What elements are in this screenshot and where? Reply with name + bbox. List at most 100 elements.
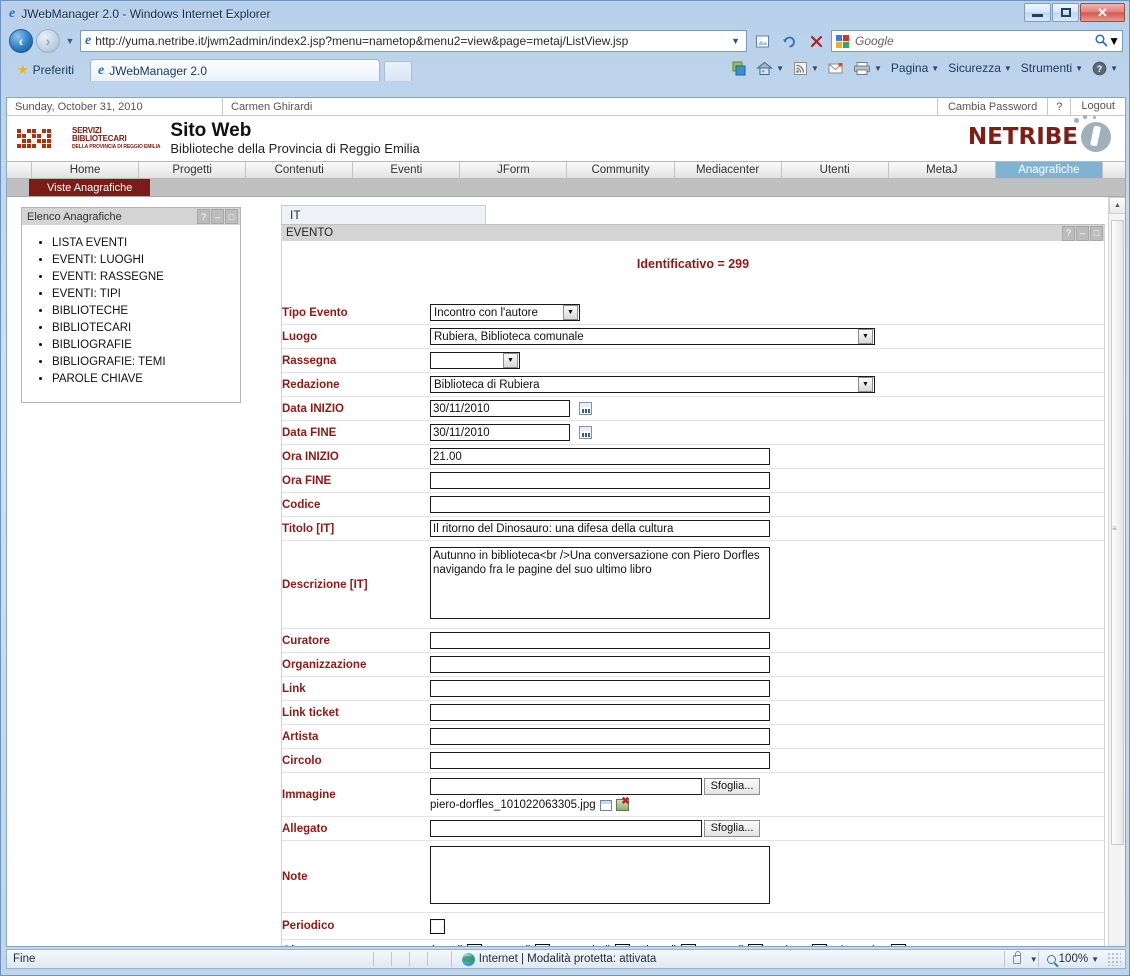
read-mail-button[interactable] <box>825 62 847 75</box>
search-box[interactable]: Google ▼ <box>831 30 1123 52</box>
sidebar-item-biblioteche[interactable]: BIBLIOTECHE <box>52 305 128 317</box>
subnav-item-viste-anagrafiche[interactable]: Viste Anagrafiche <box>29 179 151 196</box>
privacy-chevron-down-icon[interactable]: ▼ <box>1030 955 1038 964</box>
browse-immagine-button[interactable]: Sfoglia... <box>704 778 760 795</box>
chevron-down-icon[interactable]: ▼ <box>563 305 578 320</box>
input-link-ticket[interactable] <box>430 704 770 721</box>
stop-icon[interactable] <box>804 30 828 52</box>
back-arrow-icon[interactable]: ‹ <box>9 29 33 53</box>
list-item[interactable]: EVENTI: TIPI <box>52 286 240 303</box>
maximize-button[interactable] <box>1052 3 1079 22</box>
input-data-fine[interactable] <box>430 424 570 441</box>
tab-it[interactable]: IT <box>281 205 486 224</box>
select-redazione[interactable]: Biblioteca di Rubiera ▼ <box>430 376 875 393</box>
feeds-button[interactable]: ▼ <box>790 61 822 76</box>
nav-item-eventi[interactable]: Eventi <box>353 162 461 178</box>
security-zone[interactable]: Internet | Modalità protetta: attivata <box>450 951 667 967</box>
section-help-icon[interactable]: ? <box>1062 225 1075 241</box>
zoom-control[interactable]: 100% ▼ <box>1037 951 1105 967</box>
recent-pages-chevron-down-icon[interactable]: ▼ <box>63 36 77 46</box>
menu-pagina[interactable]: Pagina ▼ <box>888 61 942 75</box>
nav-item-contenuti[interactable]: Contenuti <box>246 162 354 178</box>
input-immagine-path[interactable] <box>430 778 702 796</box>
browser-tab-jwebmanager[interactable]: e JWebManager 2.0 <box>90 59 380 81</box>
chevron-down-icon[interactable]: ▼ <box>503 353 518 368</box>
input-ora-fine[interactable] <box>430 472 770 489</box>
favorites-button[interactable]: ★ Preferiti <box>11 59 84 81</box>
sidebar-item-eventi-rassegne[interactable]: EVENTI: RASSEGNE <box>52 271 164 283</box>
list-item[interactable]: BIBLIOTECHE <box>52 303 240 320</box>
sicurezza-chevron-down-icon[interactable]: ▼ <box>1004 64 1012 73</box>
resize-grip-icon[interactable] <box>1107 952 1121 966</box>
input-curatore[interactable] <box>430 632 770 649</box>
chevron-down-icon[interactable]: ▼ <box>858 329 873 344</box>
calendar-icon[interactable] <box>579 401 593 415</box>
menu-strumenti[interactable]: Strumenti ▼ <box>1018 61 1086 75</box>
browse-allegato-button[interactable]: Sfoglia... <box>704 820 760 838</box>
address-bar[interactable]: e http://yuma.netribe.it/jwm2admin/index… <box>80 30 747 52</box>
checkbox-lunedi[interactable] <box>467 943 483 946</box>
scrollbar-track[interactable]: ≡ <box>1109 214 1125 944</box>
checkbox-martedi[interactable] <box>535 943 551 946</box>
home-button[interactable]: ▼ <box>753 61 787 76</box>
search-magnifier-icon[interactable] <box>1094 33 1108 50</box>
input-data-inizio[interactable] <box>430 400 570 417</box>
change-password-link[interactable]: Cambia Password <box>938 98 1049 115</box>
input-allegato-path[interactable] <box>430 820 702 838</box>
checkbox-sabato[interactable] <box>811 943 827 946</box>
help-button[interactable]: ? ▼ <box>1089 61 1121 76</box>
home-chevron-down-icon[interactable]: ▼ <box>776 64 784 73</box>
nav-item-anagrafiche[interactable]: Anagrafiche <box>995 162 1103 178</box>
select-rassegna[interactable]: ▼ <box>430 352 520 369</box>
new-tab-button[interactable] <box>384 61 412 81</box>
list-item[interactable]: EVENTI: RASSEGNE <box>52 269 240 286</box>
delete-image-icon[interactable] <box>615 796 630 812</box>
search-chevron-down-icon[interactable]: ▼ <box>1108 34 1120 48</box>
checkbox-venerdi[interactable] <box>748 943 764 946</box>
input-codice[interactable] <box>430 496 770 513</box>
minimize-button[interactable] <box>1024 3 1051 22</box>
app-help-link[interactable]: ? <box>1048 98 1072 115</box>
nav-item-utenti[interactable]: Utenti <box>782 162 889 178</box>
help-chevron-down-icon[interactable]: ▼ <box>1110 64 1118 73</box>
calendar-icon[interactable] <box>579 425 593 439</box>
close-button[interactable]: ✕ <box>1080 3 1125 22</box>
nav-item-home[interactable]: Home <box>32 162 140 178</box>
search-input[interactable]: Google <box>851 34 1094 48</box>
refresh-icon[interactable] <box>777 30 801 52</box>
input-organizzazione[interactable] <box>430 656 770 673</box>
checkbox-mercoledi[interactable] <box>614 943 630 946</box>
view-file-icon[interactable] <box>599 799 612 811</box>
section-minimize-icon[interactable]: – <box>1076 225 1089 241</box>
feeds-chevron-down-icon[interactable]: ▼ <box>811 64 819 73</box>
scroll-up-arrow-icon[interactable]: ▲ <box>1109 197 1125 214</box>
checkbox-domenica[interactable] <box>890 943 906 946</box>
textarea-note[interactable] <box>430 846 770 905</box>
compatibility-view-icon[interactable] <box>750 30 774 52</box>
feeds-discovered-icon[interactable] <box>728 61 750 76</box>
input-ora-inizio[interactable] <box>430 448 770 465</box>
panel-maximize-icon[interactable]: □ <box>225 209 238 224</box>
forward-arrow-icon[interactable]: › <box>36 29 60 53</box>
pagina-chevron-down-icon[interactable]: ▼ <box>931 64 939 73</box>
input-circolo[interactable] <box>430 752 770 769</box>
checkbox-giovedi[interactable] <box>680 943 696 946</box>
sidebar-item-lista-eventi[interactable]: LISTA EVENTI <box>52 237 127 249</box>
nav-item-metaj[interactable]: MetaJ <box>889 162 996 178</box>
section-maximize-icon[interactable]: □ <box>1090 225 1103 241</box>
select-tipo-evento[interactable]: Incontro con l'autore ▼ <box>430 304 580 321</box>
sidebar-item-bibliografie[interactable]: BIBLIOGRAFIE <box>52 339 132 351</box>
nav-item-mediacenter[interactable]: Mediacenter <box>675 162 782 178</box>
list-item[interactable]: BIBLIOGRAFIE <box>52 337 240 354</box>
list-item[interactable]: PAROLE CHIAVE <box>52 371 240 388</box>
zoom-chevron-down-icon[interactable]: ▼ <box>1091 955 1099 964</box>
nav-item-progetti[interactable]: Progetti <box>139 162 247 178</box>
input-link[interactable] <box>430 680 770 697</box>
panel-minimize-icon[interactable]: – <box>211 209 224 224</box>
input-artista[interactable] <box>430 728 770 745</box>
sidebar-item-eventi-luoghi[interactable]: EVENTI: LUOGHI <box>52 254 144 266</box>
strumenti-chevron-down-icon[interactable]: ▼ <box>1075 64 1083 73</box>
textarea-descrizione[interactable] <box>430 547 770 619</box>
page-scrollbar[interactable]: ▲ ≡ <box>1108 197 1125 946</box>
nav-item-community[interactable]: Community <box>567 162 675 178</box>
